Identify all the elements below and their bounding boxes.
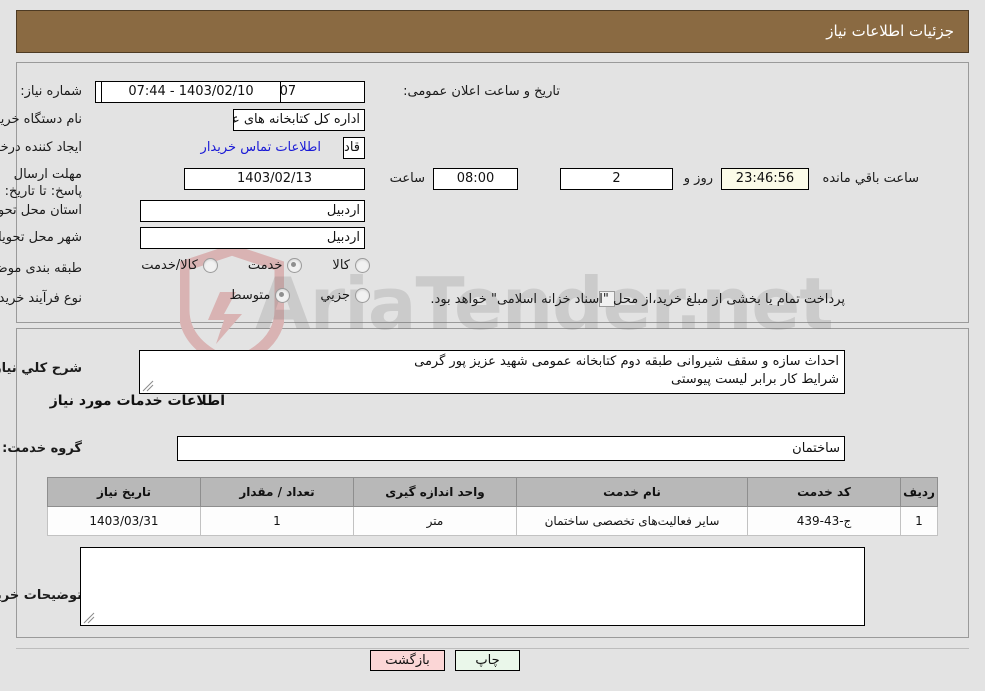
- buyer-notes-textarea[interactable]: [80, 547, 865, 626]
- table-column-header-3: واحد اندازه گیری: [353, 477, 517, 507]
- delivery-province-field[interactable]: اردبیل: [140, 200, 365, 222]
- treasury-payment-note: پرداخت تمام یا بخشی از مبلغ خرید،از محل …: [430, 292, 845, 307]
- subject-category-label: طبقه بندی موضوعی:: [0, 261, 82, 276]
- cell-service-code: ج-43-439: [747, 506, 901, 536]
- subject-category-option-2[interactable]: کالا/خدمت: [141, 258, 218, 273]
- subject-category-option-label-2: کالا/خدمت: [141, 258, 198, 273]
- services-section-title: اطلاعات خدمات مورد نیاز: [49, 393, 225, 409]
- buyer-org-field[interactable]: اداره کل کتابخانه های عمومی استان اردبیل: [233, 109, 365, 131]
- print-button[interactable]: چاپ: [455, 650, 520, 671]
- purchase-process-option-1[interactable]: متوسط: [229, 288, 291, 303]
- need-number-label: شماره نیاز:: [20, 84, 82, 99]
- purchase-process-option-label-1: متوسط: [229, 288, 271, 303]
- buyer-contact-link[interactable]: اطلاعات تماس خریدار: [200, 140, 321, 155]
- resize-handle-icon-2: [83, 612, 95, 624]
- purchase-process-option-0[interactable]: جزیي: [320, 288, 370, 303]
- deadline-date-field[interactable]: 1403/02/13: [184, 168, 365, 190]
- delivery-province-label: استان محل تحویل:: [0, 203, 82, 218]
- deadline-label: مهلت ارسال پاسخ: تا تاریخ:: [4, 167, 82, 199]
- cell-measure-unit: متر: [353, 506, 517, 536]
- purchase-process-radio-group[interactable]: جزیي متوسط: [199, 288, 370, 303]
- services-table: ردیف کد خدمت نام خدمت واحد اندازه گیری تعداد…: [47, 477, 938, 536]
- general-description-textarea[interactable]: احداث سازه و سقف شیروانی طبقه دوم کتابخا…: [139, 350, 845, 394]
- general-description-line-2: شرایط کار برابر لیست پیوستی: [671, 372, 839, 387]
- creator-label: ایجاد کننده درخواست:: [0, 140, 82, 155]
- delivery-city-label: شهر محل تحویل:: [0, 230, 82, 245]
- service-group-label: گروه خدمت:: [2, 441, 82, 456]
- buyer-notes-label: توضیحات خریدار;: [0, 588, 82, 603]
- cell-quantity: 1: [200, 506, 354, 536]
- table-column-header-4: تعداد / مقدار: [200, 477, 354, 507]
- general-description-label: شرح کلي نیاز:: [0, 361, 82, 376]
- subject-category-radio-group[interactable]: کالا خدمت کالا/خدمت: [111, 258, 370, 273]
- buyer-org-label: نام دستگاه خریدار:: [0, 112, 82, 127]
- cell-service-name: سایر فعالیت‌های تخصصی ساختمان: [516, 506, 748, 536]
- page-root: جزئیات اطلاعات نیاز AriaTender.net شماره…: [0, 0, 985, 691]
- table-column-header-0: ردیف: [900, 477, 938, 507]
- general-description-line-1: احداث سازه و سقف شیروانی طبقه دوم کتابخا…: [414, 354, 839, 369]
- service-group-field[interactable]: ساختمان: [177, 436, 845, 461]
- subject-category-option-label-0: کالا: [332, 258, 350, 273]
- cell-row-index: 1: [900, 506, 938, 536]
- purchase-process-radio-icon-0[interactable]: [355, 288, 370, 303]
- delivery-city-field[interactable]: اردبیل: [140, 227, 365, 249]
- countdown-timer-field: 23:46:56: [721, 168, 809, 190]
- subject-category-radio-icon-1[interactable]: [287, 258, 303, 273]
- countdown-timer-label: ساعت باقي مانده: [822, 171, 919, 186]
- footer-divider: [16, 648, 969, 649]
- table-row[interactable]: 1 ج-43-439 سایر فعالیت‌های تخصصی ساختمان مت…: [47, 506, 938, 536]
- subject-category-option-1[interactable]: خدمت: [248, 258, 303, 273]
- purchase-process-option-label-0: جزیي: [320, 288, 350, 303]
- back-button[interactable]: بازگشت: [370, 650, 445, 671]
- table-column-header-1: کد خدمت: [747, 477, 901, 507]
- page-header-bar: جزئیات اطلاعات نیاز: [16, 10, 969, 53]
- table-column-header-2: نام خدمت: [516, 477, 748, 507]
- announce-datetime-label: تاریخ و ساعت اعلان عمومی:: [403, 84, 560, 99]
- cell-need-date: 1403/03/31: [47, 506, 201, 536]
- table-column-header-5: تاریخ نیاز: [47, 477, 201, 507]
- page-title: جزئیات اطلاعات نیاز: [826, 22, 954, 40]
- deadline-hour-label: ساعت: [389, 171, 425, 186]
- table-header-row: ردیف کد خدمت نام خدمت واحد اندازه گیری تعداد…: [47, 477, 938, 507]
- subject-category-option-label-1: خدمت: [247, 258, 283, 273]
- purchase-process-label: نوع فرآیند خرید :: [0, 291, 82, 306]
- remaining-days-label: روز و: [683, 171, 713, 186]
- remaining-days-field[interactable]: 2: [560, 168, 673, 190]
- creator-field[interactable]: قادر حسینی آزادلو کاربرداز اداره کل کتاب…: [343, 137, 365, 159]
- subject-category-radio-icon-2[interactable]: [202, 258, 218, 273]
- subject-category-option-0[interactable]: کالا: [332, 258, 370, 273]
- subject-category-radio-icon-0[interactable]: [355, 258, 370, 273]
- announce-datetime-field[interactable]: 1403/02/10 - 07:44: [101, 81, 281, 103]
- deadline-time-field[interactable]: 08:00: [433, 168, 518, 190]
- purchase-process-radio-icon-1[interactable]: [275, 288, 291, 303]
